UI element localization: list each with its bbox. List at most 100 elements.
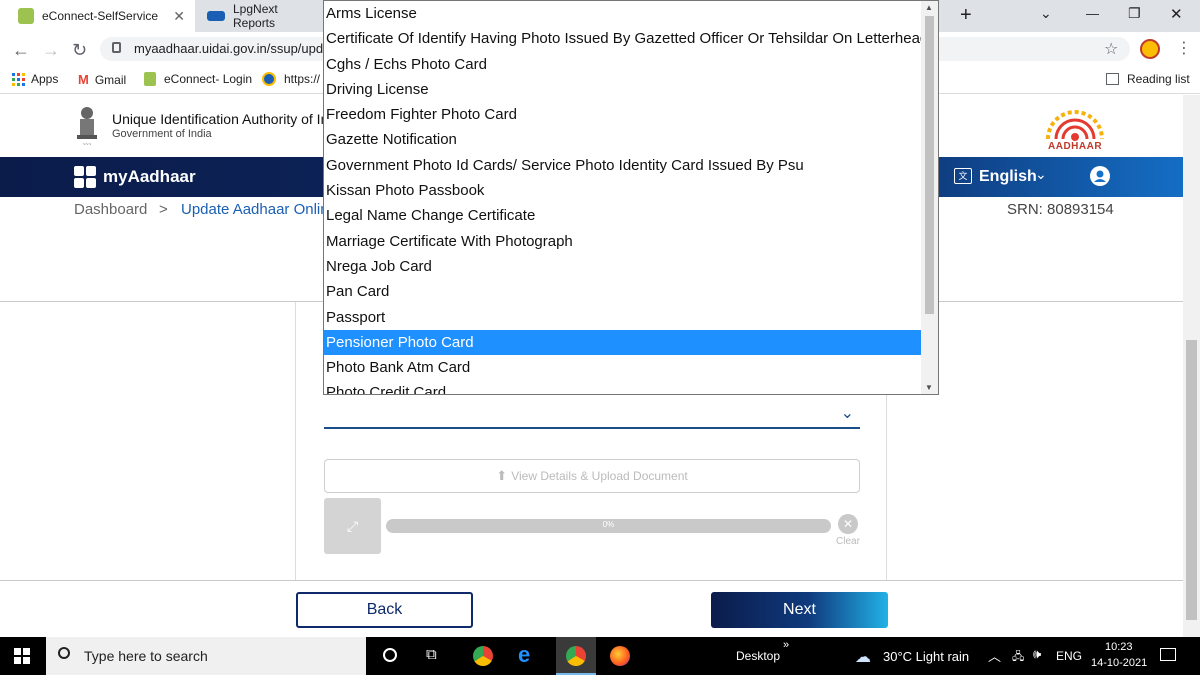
- cortana-icon[interactable]: [383, 648, 397, 662]
- reading-list-icon: [1106, 73, 1119, 85]
- windows-start-icon[interactable]: [14, 648, 30, 664]
- chrome-active-taskbar-button[interactable]: [556, 637, 596, 675]
- maximize-button[interactable]: ❐: [1128, 5, 1141, 22]
- new-tab-button[interactable]: +: [960, 4, 972, 27]
- select-chevron-icon[interactable]: ⌄: [841, 403, 854, 423]
- chrome-taskbar-icon[interactable]: [473, 646, 493, 666]
- tray-chevron-icon[interactable]: ︿: [988, 646, 1001, 665]
- lpgnext-favicon-icon: [207, 11, 225, 21]
- svg-text:~~~: ~~~: [83, 142, 92, 147]
- network-icon[interactable]: 🖧: [1012, 648, 1024, 667]
- clear-label[interactable]: Clear: [836, 536, 860, 547]
- taskbar-search-box[interactable]: Type here to search: [46, 637, 366, 675]
- reload-icon[interactable]: ↻: [72, 40, 87, 61]
- toolbar-expand-icon[interactable]: »: [783, 639, 789, 651]
- aadhaar-logo-text: AADHAAR: [1048, 141, 1103, 152]
- listbox-option[interactable]: Legal Name Change Certificate: [324, 203, 938, 228]
- srn-number: SRN: 80893154: [1007, 201, 1114, 218]
- bookmark-https[interactable]: https://: [262, 72, 320, 86]
- next-button[interactable]: Next: [711, 592, 888, 628]
- search-icon: [58, 647, 70, 659]
- bookmark-star-icon[interactable]: ☆: [1104, 39, 1118, 59]
- listbox-option[interactable]: Passport: [324, 305, 938, 330]
- listbox-scrollbar-thumb[interactable]: [925, 16, 934, 314]
- volume-icon[interactable]: 🕪: [1033, 646, 1041, 662]
- listbox-scrollbar[interactable]: ▲ ▼: [921, 1, 938, 394]
- upload-icon: ⬆: [496, 468, 508, 483]
- clock-date[interactable]: 14-10-2021: [1091, 657, 1147, 669]
- page-scrollbar[interactable]: [1183, 95, 1200, 637]
- bookmark-label: https://: [284, 72, 321, 86]
- back-button-label: Back: [366, 601, 403, 618]
- input-language[interactable]: ENG: [1056, 649, 1082, 663]
- econnect-icon: [144, 72, 156, 86]
- listbox-option[interactable]: Gazette Notification: [324, 127, 938, 152]
- forward-nav-icon[interactable]: →: [42, 40, 60, 61]
- back-button[interactable]: Back: [296, 592, 473, 628]
- back-nav-icon[interactable]: ←: [12, 40, 30, 61]
- search-placeholder: Type here to search: [84, 648, 208, 664]
- task-view-icon[interactable]: ⧉: [426, 646, 437, 663]
- bookmark-apps[interactable]: Apps: [12, 72, 58, 86]
- clear-icon[interactable]: ✕: [838, 514, 858, 534]
- user-account-icon[interactable]: [1090, 166, 1110, 186]
- listbox-option[interactable]: Kissan Photo Passbook: [324, 178, 938, 203]
- upload-progress-bar: 0%: [386, 519, 831, 533]
- expand-icon: ⤢: [346, 517, 359, 534]
- language-selector[interactable]: English: [979, 168, 1037, 186]
- expand-preview-button[interactable]: ⤢: [324, 498, 381, 554]
- listbox-option[interactable]: Government Photo Id Cards/ Service Photo…: [324, 153, 938, 178]
- listbox-option[interactable]: Marriage Certificate With Photograph: [324, 229, 938, 254]
- reading-list-label: Reading list: [1127, 72, 1190, 86]
- bookmark-econnect-login[interactable]: eConnect- Login: [144, 72, 252, 86]
- listbox-option[interactable]: Photo Credit Card: [324, 380, 938, 394]
- breadcrumb-update-aadhaar[interactable]: Update Aadhaar Online: [181, 201, 337, 218]
- minimize-button[interactable]: —: [1086, 6, 1099, 21]
- listbox-option[interactable]: Driving License: [324, 77, 938, 102]
- listbox-option[interactable]: Pan Card: [324, 279, 938, 304]
- listbox-option[interactable]: Photo Bank Atm Card: [324, 355, 938, 380]
- close-tab-icon[interactable]: ✕: [173, 8, 185, 25]
- document-type-select[interactable]: ⌄: [324, 397, 860, 429]
- bookmark-gmail[interactable]: M Gmail: [78, 72, 126, 87]
- brand-title[interactable]: myAadhaar: [103, 167, 196, 187]
- bookmark-label: eConnect- Login: [164, 72, 253, 86]
- language-chevron-icon[interactable]: ⌄: [1035, 166, 1047, 183]
- url-text: myaadhaar.uidai.gov.in/ssup/upd: [134, 41, 324, 56]
- edge-taskbar-icon[interactable]: e: [518, 642, 530, 668]
- apps-grid-icon: [12, 72, 25, 86]
- tab-econnect[interactable]: eConnect-SelfService ✕: [0, 0, 195, 32]
- scroll-down-arrow-icon[interactable]: ▼: [925, 383, 933, 392]
- listbox-option[interactable]: Freedom Fighter Photo Card: [324, 102, 938, 127]
- chrome-menu-icon[interactable]: ⋮: [1176, 38, 1192, 58]
- firefox-taskbar-icon[interactable]: [610, 646, 630, 666]
- progress-percent: 0%: [602, 520, 615, 529]
- listbox-option[interactable]: Arms License: [324, 1, 938, 26]
- scroll-up-arrow-icon[interactable]: ▲: [925, 3, 933, 12]
- chrome-active-icon: [566, 646, 586, 666]
- aadhaar-logo: AADHAAR: [1040, 101, 1110, 155]
- breadcrumb-dashboard[interactable]: Dashboard: [74, 201, 147, 218]
- listbox-option[interactable]: Cghs / Echs Photo Card: [324, 52, 938, 77]
- site-globe-icon: [262, 72, 276, 86]
- close-window-button[interactable]: ✕: [1170, 5, 1183, 23]
- bookmark-label: Apps: [31, 72, 59, 86]
- gmail-icon: M: [78, 72, 89, 87]
- desktop-toolbar[interactable]: Desktop: [736, 649, 780, 663]
- weather-text[interactable]: 30°C Light rain: [883, 649, 969, 664]
- profile-avatar[interactable]: [1140, 39, 1160, 59]
- listbox-option[interactable]: Certificate Of Identify Having Photo Iss…: [324, 26, 938, 51]
- myaadhaar-grid-icon: [74, 166, 96, 188]
- weather-cloud-icon: ☁: [855, 649, 871, 666]
- clock-time[interactable]: 10:23: [1105, 641, 1133, 653]
- page-scrollbar-thumb[interactable]: [1186, 340, 1197, 620]
- listbox-option[interactable]: Nrega Job Card: [324, 254, 938, 279]
- notifications-icon[interactable]: [1160, 648, 1176, 661]
- listbox-option[interactable]: Pensioner Photo Card: [324, 329, 938, 356]
- tab-search-icon[interactable]: ⌄: [1040, 5, 1052, 22]
- breadcrumb-separator: >: [159, 201, 168, 218]
- reading-list-button[interactable]: Reading list: [1106, 72, 1190, 86]
- document-type-listbox[interactable]: Arms License Certificate Of Identify Havi…: [323, 0, 939, 395]
- tab-lpgnext[interactable]: LpgNext Reports: [195, 0, 323, 32]
- view-details-upload-button[interactable]: ⬆ View Details & Upload Document: [324, 459, 860, 493]
